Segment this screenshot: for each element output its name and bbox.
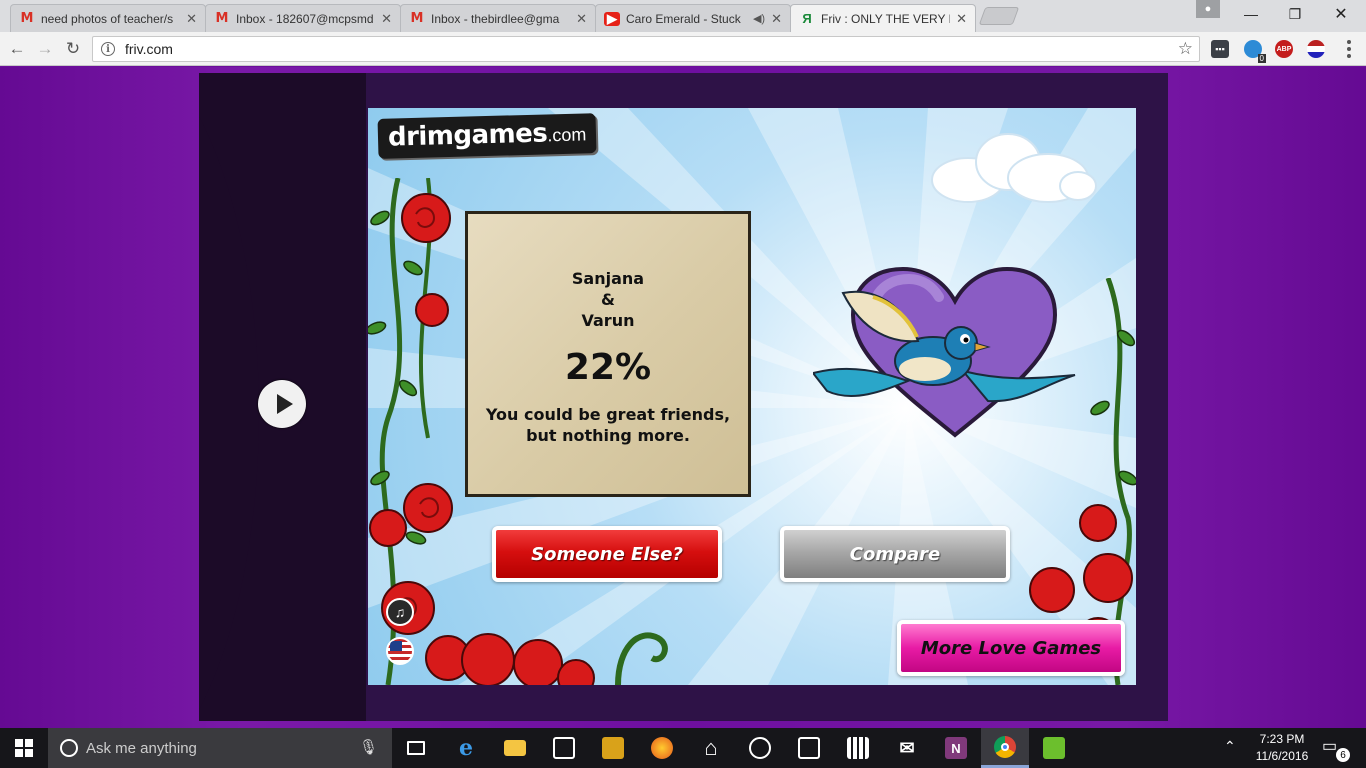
- tab-title: Friv : ONLY THE VERY BES: [821, 11, 950, 26]
- chrome-menu-icon[interactable]: [1340, 38, 1358, 60]
- restore-button[interactable]: ❐: [1272, 0, 1318, 28]
- tab-gmail-1[interactable]: M need photos of teacher/s ✕: [10, 4, 206, 32]
- logo-brand: drimgames: [387, 118, 548, 153]
- calendar-icon[interactable]: [785, 728, 833, 768]
- clock-time: 7:23 PM: [1259, 732, 1305, 746]
- cloud-icon: [931, 133, 1097, 203]
- logo-tld: .com: [547, 124, 587, 146]
- microphone-icon[interactable]: 🎙: [359, 738, 378, 756]
- cortana-icon: [60, 739, 78, 757]
- compare-button[interactable]: Compare: [780, 526, 1010, 582]
- youtube-icon: ▶: [604, 11, 620, 26]
- roses-bottom-decoration: [461, 632, 668, 685]
- gmail-icon: M: [20, 11, 34, 26]
- ampersand: &: [601, 290, 615, 309]
- action-center-icon[interactable]: ▭ 6: [1322, 736, 1350, 762]
- show-hidden-icons-icon[interactable]: ⌃: [1224, 738, 1236, 755]
- green-app-icon[interactable]: [1030, 728, 1078, 768]
- new-tab-button[interactable]: [978, 7, 1020, 25]
- cortana-search-box[interactable]: Ask me anything 🎙: [48, 728, 392, 768]
- windows-taskbar: Ask me anything 🎙 e ⌂ ✉ N ⌃ 7:23 PM 11/6…: [0, 728, 1366, 768]
- windows-start-icon[interactable]: [0, 728, 48, 768]
- more-love-games-button[interactable]: More Love Games: [897, 620, 1125, 676]
- chrome-taskbar-icon[interactable]: [981, 728, 1029, 768]
- tab-gmail-2[interactable]: M Inbox - 182607@mcpsmd ✕: [205, 4, 401, 32]
- bookmark-star-icon[interactable]: ☆: [1178, 39, 1193, 59]
- tab-friv[interactable]: Я Friv : ONLY THE VERY BES ✕: [790, 4, 976, 32]
- browser-toolbar: ← → ↻ i friv.com ☆ ▪▪▪ 0 ABP: [0, 32, 1366, 66]
- file-explorer-icon[interactable]: [491, 728, 539, 768]
- store-icon[interactable]: [540, 728, 588, 768]
- result-card: Sanjana & Varun 22% You could be great f…: [465, 211, 751, 497]
- close-icon[interactable]: ✕: [771, 11, 782, 27]
- calculator-icon[interactable]: [834, 728, 882, 768]
- drimgames-logo[interactable]: drimgames.com: [377, 113, 597, 159]
- adblock-label: ABP: [1276, 45, 1292, 53]
- flag-extension-icon[interactable]: [1307, 40, 1325, 58]
- close-icon[interactable]: ✕: [576, 11, 587, 27]
- play-icon: [276, 394, 293, 414]
- tab-title: need photos of teacher/s: [41, 11, 174, 26]
- result-message: You could be great friends, but nothing …: [485, 405, 731, 445]
- search-placeholder: Ask me anything: [86, 739, 197, 757]
- alarms-icon[interactable]: [736, 728, 784, 768]
- tab-gmail-3[interactable]: M Inbox - thebirdlee@gma ✕: [400, 4, 596, 32]
- ghostery-icon[interactable]: 0: [1244, 40, 1266, 63]
- reload-icon[interactable]: ↻: [62, 38, 84, 60]
- clock-date: 11/6/2016: [1255, 749, 1309, 763]
- close-window-button[interactable]: ✕: [1318, 0, 1364, 28]
- tab-title: Inbox - thebirdlee@gma: [431, 11, 560, 26]
- url-text: friv.com: [125, 41, 173, 57]
- ghostery-count: 0: [1257, 54, 1266, 63]
- side-panel: [199, 73, 366, 721]
- forward-arrow-icon[interactable]: →: [34, 38, 56, 60]
- first-name: Sanjana: [571, 269, 645, 288]
- system-clock[interactable]: 7:23 PM 11/6/2016: [1250, 731, 1314, 765]
- music-toggle-icon[interactable]: ♫: [386, 598, 414, 626]
- speaker-icon: ◀): [752, 13, 766, 25]
- notification-count: 6: [1336, 748, 1350, 762]
- tab-title: Inbox - 182607@mcpsmd: [236, 11, 374, 26]
- gmail-icon: M: [410, 11, 424, 26]
- love-percentage: 22%: [564, 347, 652, 388]
- friv-icon: Я: [802, 11, 812, 26]
- extension-menu-icon[interactable]: ▪▪▪: [1211, 40, 1229, 58]
- adblock-icon[interactable]: ABP: [1275, 40, 1293, 58]
- gmail-icon: M: [215, 11, 229, 26]
- us-flag-language-icon[interactable]: [386, 637, 414, 665]
- close-icon[interactable]: ✕: [956, 11, 967, 27]
- minimize-button[interactable]: —: [1228, 0, 1274, 28]
- tab-title: Caro Emerald - Stuck: [626, 11, 741, 26]
- firefox-icon[interactable]: [638, 728, 686, 768]
- profile-icon[interactable]: ●: [1196, 0, 1220, 18]
- edge-icon[interactable]: e: [442, 728, 490, 768]
- address-bar[interactable]: i friv.com ☆: [92, 36, 1200, 62]
- info-icon[interactable]: i: [101, 42, 115, 56]
- home-icon[interactable]: ⌂: [687, 728, 735, 768]
- close-icon[interactable]: ✕: [381, 11, 392, 27]
- couple-names: Sanjana & Varun: [468, 268, 748, 331]
- back-arrow-icon[interactable]: ←: [6, 38, 28, 60]
- someone-else-button[interactable]: Someone Else?: [492, 526, 722, 582]
- play-button[interactable]: [258, 380, 306, 428]
- onenote-icon[interactable]: N: [932, 728, 980, 768]
- tab-youtube[interactable]: ▶ Caro Emerald - Stuck ◀) ✕: [595, 4, 791, 32]
- close-icon[interactable]: ✕: [186, 11, 197, 27]
- task-view-icon[interactable]: [392, 728, 440, 768]
- tab-strip: M need photos of teacher/s ✕ M Inbox - 1…: [0, 0, 1366, 32]
- mail-icon[interactable]: ✉: [883, 728, 931, 768]
- app-icon[interactable]: [589, 728, 637, 768]
- game-canvas[interactable]: drimgames.com Sanjana & Varun 22% You co…: [368, 108, 1136, 685]
- second-name: Varun: [581, 311, 635, 330]
